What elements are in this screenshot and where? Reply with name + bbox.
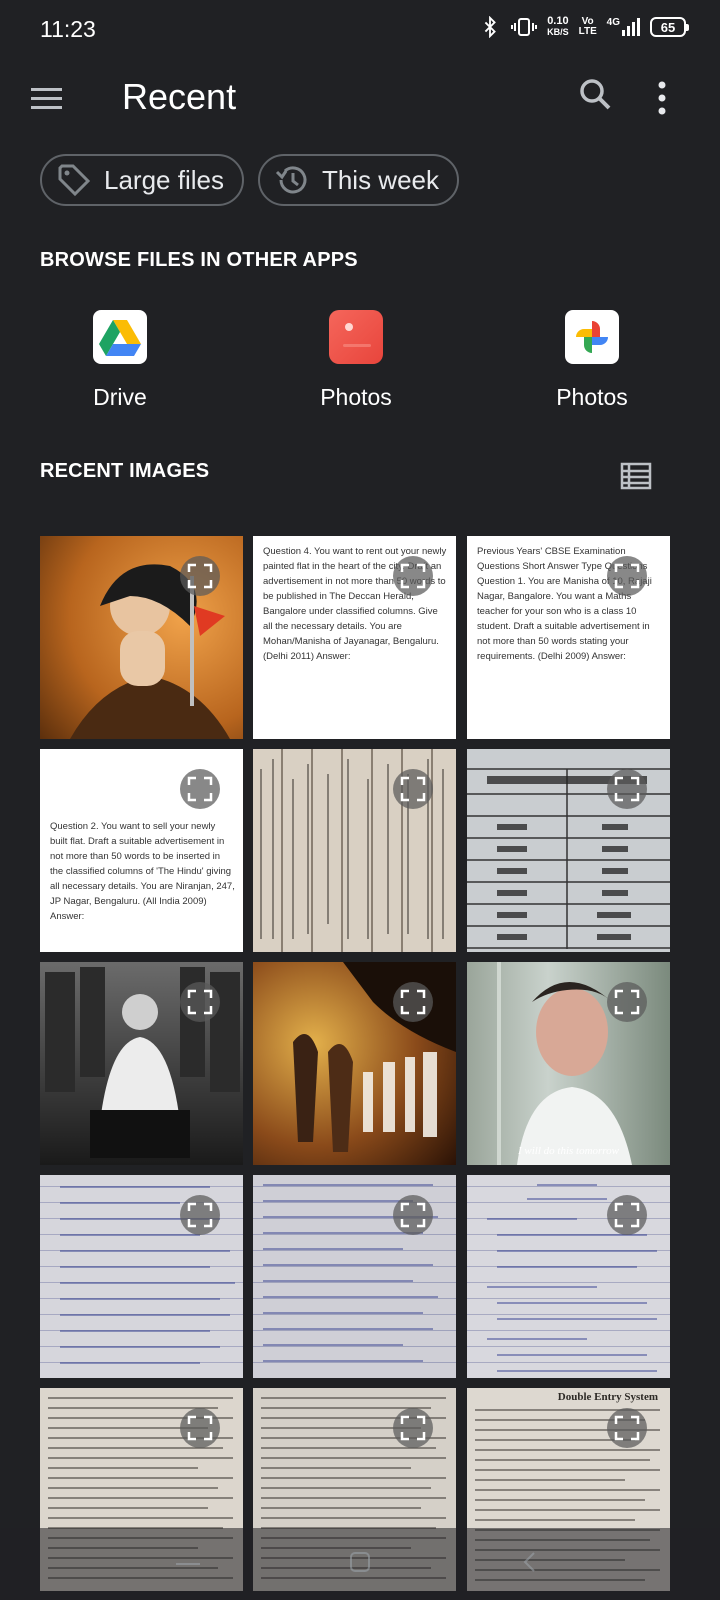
app-label: Photos (320, 384, 392, 410)
photos-app-icon (329, 310, 383, 364)
image-thumbnail[interactable] (40, 962, 243, 1165)
google-photos-icon (565, 310, 619, 364)
google-drive-icon (93, 310, 147, 364)
vibrate-icon (511, 18, 538, 36)
back-icon[interactable] (518, 1550, 542, 1574)
filter-chips: Large files This week (40, 154, 460, 206)
image-thumbnail[interactable] (40, 1175, 243, 1378)
image-thumbnail[interactable] (40, 536, 243, 739)
app-label: Drive (93, 384, 147, 410)
app-bar: Recent (0, 60, 720, 136)
image-thumbnail[interactable]: Question 2. You want to sell your newly … (40, 749, 243, 952)
image-thumbnail[interactable] (467, 1175, 670, 1378)
status-icons: 0.10 KB/S Vo LTE 4G 65 (479, 15, 689, 38)
chip-label: This week (321, 164, 440, 195)
chip-this-week[interactable]: This week (257, 154, 460, 206)
history-icon (275, 166, 307, 194)
page-title: Recent (122, 76, 237, 117)
expand-icon[interactable] (180, 1408, 220, 1448)
chip-large-files[interactable]: Large files (40, 154, 244, 206)
browse-header: BROWSE FILES IN OTHER APPS (40, 249, 358, 271)
expand-icon[interactable] (393, 1195, 433, 1235)
search-icon[interactable] (576, 76, 616, 116)
status-time: 11:23 (40, 16, 96, 42)
expand-icon[interactable] (180, 982, 220, 1022)
battery-icon: 65 (650, 17, 689, 37)
network-speed: 0.10 KB/S (547, 15, 569, 38)
image-thumbnail[interactable]: I will do this tomorrow (467, 962, 670, 1165)
app-drive[interactable]: Drive (40, 310, 200, 411)
expand-icon[interactable] (607, 1195, 647, 1235)
menu-icon[interactable] (28, 80, 68, 116)
expand-icon[interactable] (180, 556, 220, 596)
chip-label: Large files (104, 164, 224, 195)
expand-icon[interactable] (607, 982, 647, 1022)
expand-icon[interactable] (180, 769, 220, 809)
app-photos[interactable]: Photos (276, 310, 436, 411)
status-bar: 11:23 0.10 KB/S Vo LTE 4G 65 (0, 0, 720, 60)
app-google-photos[interactable]: Photos (512, 310, 672, 411)
expand-icon[interactable] (607, 556, 647, 596)
list-view-icon[interactable] (620, 462, 652, 490)
expand-icon[interactable] (393, 769, 433, 809)
thumbnail-caption: I will do this tomorrow (517, 1145, 620, 1157)
image-thumbnail[interactable]: Previous Years' CBSE Examination Questio… (467, 536, 670, 739)
more-vert-icon[interactable] (656, 78, 696, 118)
app-label: Photos (556, 384, 628, 410)
thumbnail-heading: Double Entry System (557, 1391, 658, 1403)
image-thumbnail[interactable] (467, 749, 670, 952)
system-nav-bar (0, 1528, 720, 1600)
thumbnail-text: Question 2. You want to sell your newly … (50, 821, 235, 922)
recents-icon[interactable] (174, 1552, 202, 1576)
expand-icon[interactable] (607, 769, 647, 809)
expand-icon[interactable] (393, 982, 433, 1022)
image-thumbnail[interactable]: Question 4. You want to rent out your ne… (253, 536, 456, 739)
bluetooth-icon (484, 16, 497, 38)
volte-indicator: Vo LTE (578, 16, 597, 37)
expand-icon[interactable] (180, 1195, 220, 1235)
expand-icon[interactable] (393, 1408, 433, 1448)
signal-icon: 4G (607, 18, 640, 36)
image-thumbnail[interactable] (253, 962, 456, 1165)
tag-icon (58, 164, 91, 197)
recent-images-header: RECENT IMAGES (40, 460, 210, 482)
image-thumbnail[interactable] (253, 749, 456, 952)
image-thumbnail[interactable] (253, 1175, 456, 1378)
home-icon[interactable] (348, 1550, 372, 1574)
expand-icon[interactable] (393, 556, 433, 596)
expand-icon[interactable] (607, 1408, 647, 1448)
